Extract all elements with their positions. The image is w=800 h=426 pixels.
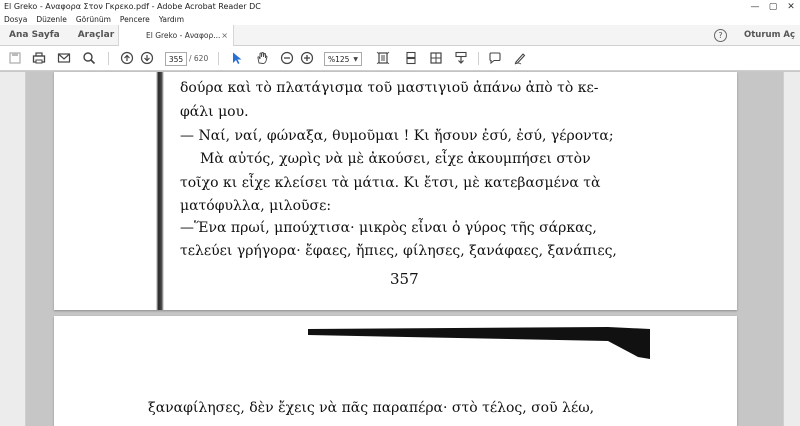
- next-page-icon[interactable]: [140, 51, 154, 65]
- email-icon[interactable]: [57, 51, 71, 65]
- search-icon[interactable]: [82, 51, 96, 65]
- tab-document[interactable]: El Greko - Αναφορ... ×: [118, 25, 234, 46]
- print-icon[interactable]: [32, 51, 46, 65]
- text-line: — Ναί, ναί, φώναξα, θυμοῦμαι ! Κι ἤσουν …: [180, 128, 614, 144]
- tab-bar: Ana Sayfa Araçlar El Greko - Αναφορ... ×…: [0, 25, 800, 46]
- close-window-button[interactable]: ✕: [782, 0, 800, 13]
- chevron-down-icon: ▼: [353, 55, 358, 63]
- maximize-button[interactable]: ▢: [764, 0, 782, 13]
- toolbar: 355 / 620 %125 ▼: [0, 46, 800, 71]
- toolbar-separator: [108, 52, 109, 65]
- page-view-icon[interactable]: [429, 51, 443, 65]
- hand-icon[interactable]: [255, 51, 269, 65]
- tab-tools[interactable]: Araçlar: [69, 30, 123, 40]
- save-down-icon[interactable]: [454, 51, 468, 65]
- text-line: ξαναφίλησες, δὲν ἔχεις νὰ πᾶς παραπέρα· …: [148, 400, 595, 416]
- signin-link[interactable]: Oturum Aç: [744, 30, 795, 40]
- zoom-in-icon[interactable]: [300, 51, 314, 65]
- menu-bar: Dosya Düzenle Görünüm Pencere Yardım: [0, 13, 800, 25]
- save-icon[interactable]: [8, 51, 22, 65]
- page-number-input[interactable]: 355: [165, 52, 187, 66]
- menu-view[interactable]: Görünüm: [76, 15, 111, 24]
- text-line: δούρα καὶ τὸ πλατάγισμα τοῦ μαστιγιοῦ ἀπ…: [180, 80, 599, 96]
- menu-window[interactable]: Pencere: [120, 15, 150, 24]
- zoom-out-icon[interactable]: [280, 51, 294, 65]
- toolbar-separator: [478, 52, 479, 65]
- page-number: 357: [390, 270, 419, 288]
- document-tab-label: El Greko - Αναφορ...: [146, 31, 221, 40]
- tab-home[interactable]: Ana Sayfa: [0, 30, 69, 40]
- text-line: τελεύει γρήγορα· ἔφαες, ἤπιες, φίλησες, …: [180, 243, 617, 259]
- text-line: φάλι μου.: [180, 104, 249, 120]
- page-binding-shadow: [156, 72, 164, 310]
- page-scan-shadow: [308, 327, 650, 359]
- comment-icon[interactable]: [488, 51, 502, 65]
- fit-page-icon[interactable]: [376, 51, 390, 65]
- close-tab-icon[interactable]: ×: [221, 31, 228, 40]
- help-icon[interactable]: ?: [714, 29, 727, 42]
- menu-help[interactable]: Yardım: [159, 15, 184, 24]
- menu-edit[interactable]: Düzenle: [36, 15, 67, 24]
- text-line: Μὰ αὐτός, χωρὶς νὰ μὲ ἀκούσει, εἶχε ἀκου…: [200, 151, 591, 167]
- menu-file[interactable]: Dosya: [4, 15, 27, 24]
- toolbar-separator: [218, 52, 219, 65]
- text-line: ματόφυλλα, μιλοῦσε:: [180, 198, 332, 214]
- window-controls: — ▢ ✕: [746, 0, 800, 13]
- window-title: El Greko - Αναφορα Στον Γκρεκο.pdf - Ado…: [4, 2, 261, 11]
- minimize-button[interactable]: —: [746, 0, 764, 13]
- select-cursor-icon[interactable]: [230, 51, 244, 65]
- text-line: —Ἕνα πρωί, μπούχτισα· μικρὸς εἶναι ὁ γύρ…: [180, 220, 597, 236]
- text-line: τοῖχο κι εἶχε κλείσει τὰ μάτια. Κι ἔτσι,…: [180, 175, 601, 191]
- zoom-dropdown[interactable]: %125 ▼: [324, 52, 362, 66]
- zoom-value: %125: [328, 54, 350, 64]
- left-panel-strip[interactable]: [0, 72, 26, 426]
- title-bar: El Greko - Αναφορα Στον Γκρεκο.pdf - Ado…: [0, 0, 800, 13]
- prev-page-icon[interactable]: [120, 51, 134, 65]
- page-total: / 620: [189, 54, 209, 63]
- sign-icon[interactable]: [513, 51, 527, 65]
- right-panel-strip[interactable]: [783, 72, 800, 426]
- scroll-icon[interactable]: [404, 51, 418, 65]
